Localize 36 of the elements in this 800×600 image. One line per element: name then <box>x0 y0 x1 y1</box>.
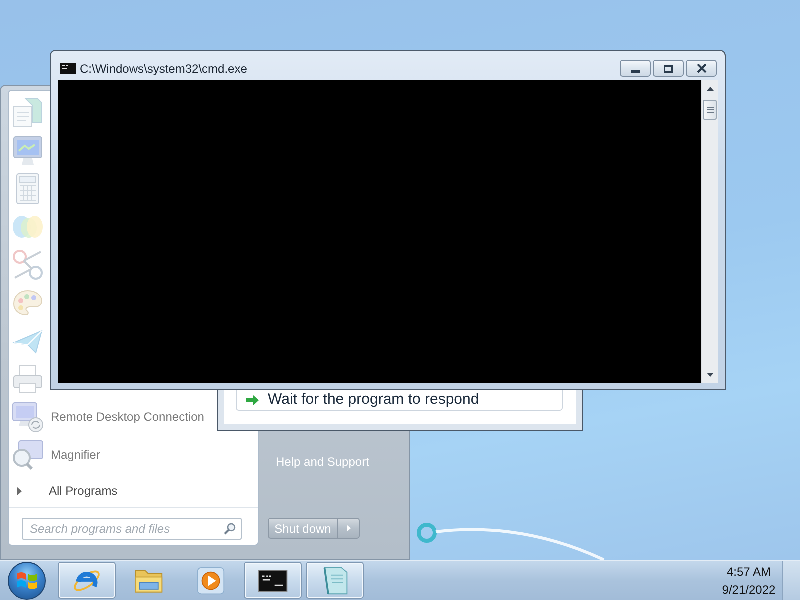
clock-time[interactable]: 4:57 AM <box>726 562 772 580</box>
monitor-arrows-icon <box>12 401 44 433</box>
window-title: C:\Windows\system32\cmd.exe <box>80 60 248 78</box>
search-field[interactable]: Search programs and files <box>22 518 242 540</box>
play-icon <box>197 566 225 594</box>
close-button[interactable] <box>686 60 717 77</box>
console-icon <box>258 570 288 592</box>
program-item[interactable]: Magnifier <box>9 436 104 474</box>
document-icon[interactable] <box>12 97 44 129</box>
scissors-icon[interactable] <box>12 249 44 281</box>
monitor-icon[interactable] <box>12 135 44 167</box>
program-item[interactable]: Remote Desktop Connection <box>9 398 208 436</box>
scrollbar-thumb[interactable] <box>703 100 717 120</box>
scrollbar[interactable] <box>701 80 718 383</box>
down-arrow-icon <box>706 372 714 376</box>
all-programs-button[interactable]: All Programs <box>9 477 121 505</box>
clock-date[interactable]: 9/21/2022 <box>722 580 776 598</box>
minimize-icon <box>631 70 640 72</box>
arrow-right-icon <box>246 394 259 406</box>
windows-logo-icon <box>16 570 38 590</box>
maximize-icon <box>664 64 673 72</box>
caret-icon <box>17 486 22 496</box>
minimize-button[interactable] <box>620 60 651 77</box>
taskbar-button[interactable] <box>244 562 302 599</box>
maximize-button[interactable] <box>653 60 684 77</box>
printer-icon[interactable] <box>12 363 44 395</box>
show-desktop-button[interactable] <box>782 561 800 600</box>
console-icon <box>60 63 76 74</box>
shutdown-options-button[interactable] <box>338 518 360 539</box>
up-arrow-icon <box>706 86 714 90</box>
search-icon <box>224 523 236 535</box>
start-button[interactable] <box>8 562 46 600</box>
grip-icon <box>706 107 714 113</box>
caret-icon <box>346 525 350 532</box>
close-icon <box>696 64 706 73</box>
magnifier-icon <box>12 439 44 471</box>
